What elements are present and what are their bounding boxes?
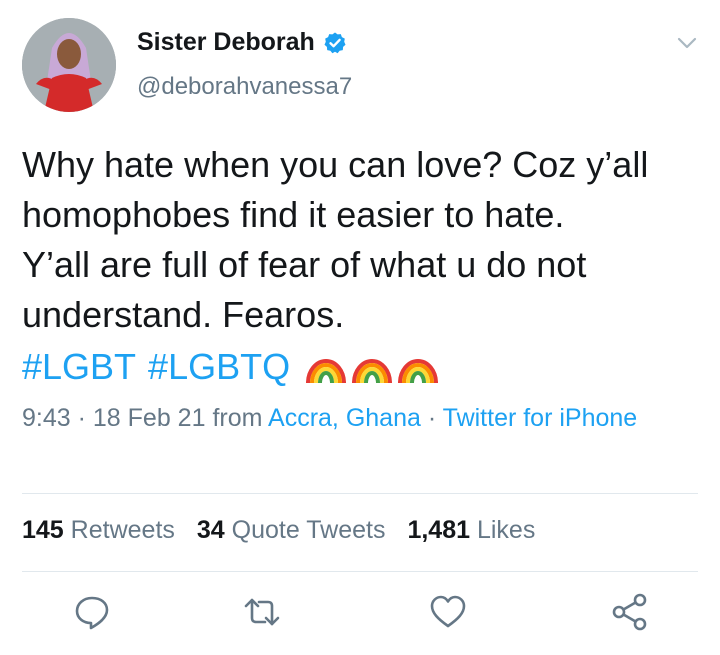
tweet-meta: 9:43 · 18 Feb 21 from Accra, Ghana · Twi…	[22, 399, 662, 437]
reply-icon[interactable]	[72, 592, 112, 632]
tweet-line: Why hate when you can love? Coz y’all	[22, 144, 649, 185]
author-name-text: Sister Deborah	[137, 28, 315, 56]
tweet-line: understand. Fearos.	[22, 294, 345, 335]
meta-from: from	[212, 404, 263, 432]
tweet-text: Why hate when you can love? Coz y’all ho…	[22, 140, 702, 340]
author-handle[interactable]: @deborahvanessa7	[137, 73, 352, 101]
chevron-down-icon[interactable]	[676, 32, 698, 54]
tweet-line: homophobes find it easier to hate.	[22, 194, 565, 235]
retweet-icon[interactable]	[242, 592, 282, 632]
retweets-stat[interactable]: 145 Retweets	[22, 516, 175, 545]
avatar[interactable]	[22, 18, 116, 112]
meta-separator: ·	[427, 404, 443, 432]
hashtag-link[interactable]: #LGBTQ	[148, 342, 290, 392]
hashtag-link[interactable]: #LGBT	[22, 342, 136, 392]
emoji-group	[304, 349, 440, 385]
tweet-line: Y’all are full of fear of what u do not	[22, 244, 587, 285]
divider	[22, 493, 698, 494]
tweet-time: 9:43	[22, 404, 71, 432]
rainbow-emoji	[398, 359, 439, 384]
rainbow-emoji	[306, 359, 347, 384]
action-bar	[0, 592, 720, 636]
rainbow-emoji	[352, 359, 393, 384]
tweet-date: 18 Feb 21	[92, 404, 206, 432]
divider	[22, 571, 698, 572]
share-icon[interactable]	[610, 592, 650, 632]
avatar-image	[22, 18, 116, 112]
location-link[interactable]: Accra, Ghana	[268, 404, 421, 432]
source-link[interactable]: Twitter for iPhone	[443, 404, 638, 432]
meta-separator: ·	[77, 404, 93, 432]
hashtag-row: #LGBT #LGBTQ	[22, 342, 440, 392]
engagement-stats: 145 Retweets 34 Quote Tweets 1,481 Likes	[22, 516, 535, 545]
likes-stat[interactable]: 1,481 Likes	[407, 516, 535, 545]
verified-badge-icon	[324, 32, 346, 53]
heart-icon[interactable]	[428, 592, 468, 632]
author-name[interactable]: Sister Deborah	[137, 28, 347, 57]
quote-tweets-stat[interactable]: 34 Quote Tweets	[197, 516, 386, 545]
